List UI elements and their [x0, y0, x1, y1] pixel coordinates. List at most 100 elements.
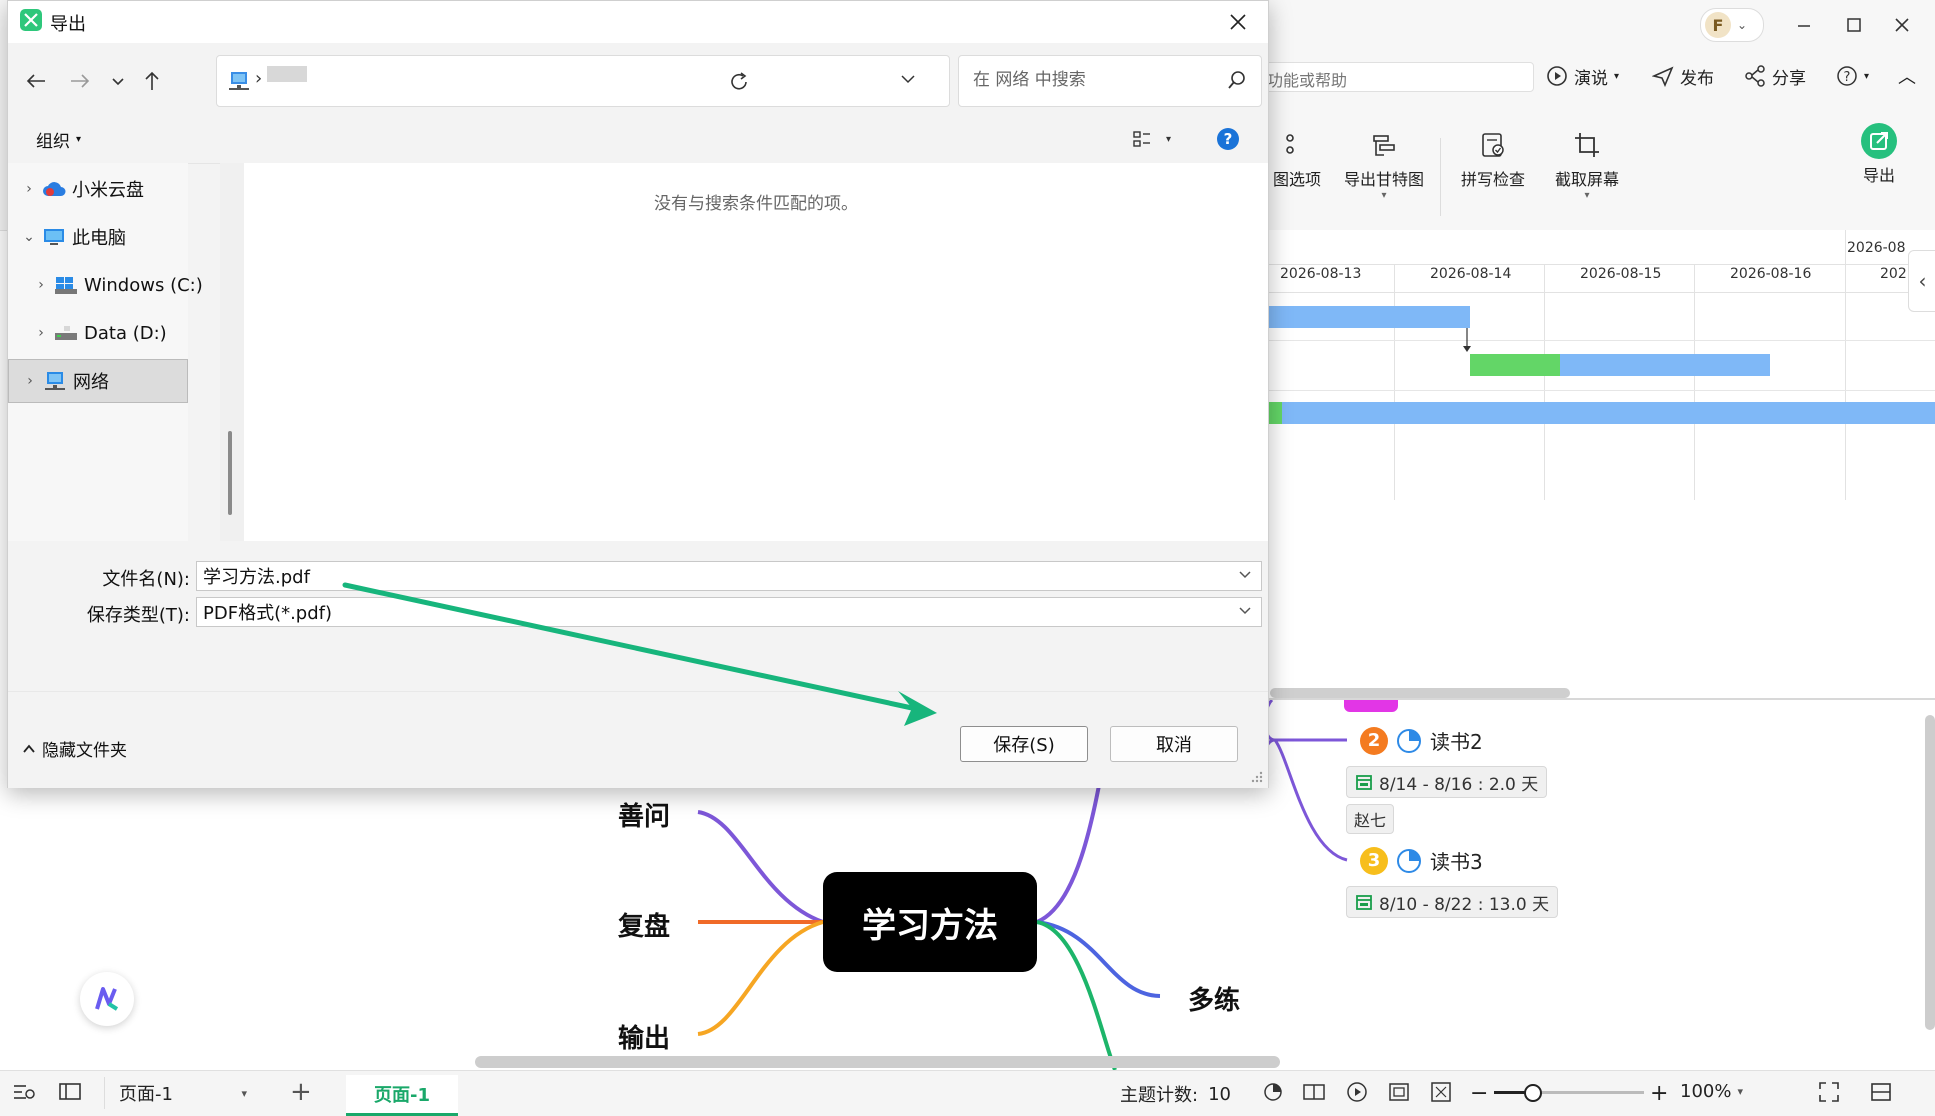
present-label: 演说 [1574, 68, 1608, 89]
fullscreen-icon [1819, 1082, 1839, 1102]
svg-text:?: ? [1224, 130, 1233, 148]
fit-page-button[interactable] [1388, 1081, 1410, 1103]
zoom-out-button[interactable]: − [1470, 1081, 1488, 1106]
central-topic[interactable]: 学习方法 [823, 872, 1037, 972]
tree-item-mi-cloud[interactable]: › 小米云盘 [8, 167, 198, 211]
assignee-name: 赵七 [1354, 811, 1387, 830]
caret-icon: ▾ [76, 134, 82, 145]
filename-field[interactable]: 学习方法.pdf [196, 561, 1262, 591]
export-gantt-tool[interactable]: 导出甘特图 ▾ [1334, 128, 1434, 201]
navigation-tree[interactable]: › 小米云盘 ⌄ 此电脑 › Windows (C:) › Data (D:) … [8, 163, 203, 541]
gantt-chart[interactable]: 2026-08 2026-08-13 2026-08-14 2026-08-15… [1260, 230, 1935, 700]
page-panel-button[interactable] [58, 1081, 82, 1103]
dialog-title: 导出 [50, 14, 86, 35]
user-avatar[interactable]: F ⌄ [1700, 8, 1764, 42]
book-view-button[interactable] [1302, 1081, 1326, 1103]
page-select[interactable]: 页面-1 ▾ [104, 1077, 255, 1109]
help-search-placeholder: 功能或帮助 [1267, 71, 1348, 90]
task-date-chip[interactable]: 8/14 - 8/16 : 2.0 天 [1346, 766, 1548, 798]
caret-icon: ▾ [241, 1086, 247, 1100]
forward-button[interactable] [60, 61, 100, 101]
slideshow-button[interactable] [1346, 1081, 1368, 1103]
branch-ask[interactable]: 善问 [618, 796, 670, 833]
zoom-slider-thumb[interactable] [1524, 1084, 1542, 1102]
cancel-button[interactable]: 取消 [1110, 726, 1238, 762]
tree-item-drive-c[interactable]: › Windows (C:) [8, 263, 210, 307]
app-logo-icon [20, 9, 42, 31]
publish-button[interactable]: 发布 [1652, 62, 1714, 90]
zoom-in-button[interactable]: + [1650, 1081, 1668, 1106]
filetype-select[interactable]: PDF格式(*.pdf) [196, 597, 1262, 627]
dialog-search-input[interactable] [971, 69, 1215, 91]
hide-folders-toggle[interactable]: 隐藏文件夹 [22, 736, 127, 761]
share-button[interactable]: 分享 [1744, 62, 1806, 90]
gantt-collapse-tab[interactable]: ‹ [1908, 250, 1935, 312]
save-button[interactable]: 保存(S) [960, 726, 1088, 762]
branch-review[interactable]: 复盘 [618, 906, 670, 943]
dialog-close-button[interactable] [1220, 7, 1256, 37]
canvas-vertical-scrollbar[interactable] [1925, 715, 1935, 1030]
priority-badge: 3 [1360, 846, 1388, 875]
gantt-bar[interactable] [1282, 402, 1935, 424]
fit-width-button[interactable] [1430, 1081, 1452, 1103]
task-item[interactable]: 3 读书3 [1360, 846, 1483, 875]
add-page-button[interactable]: + [290, 1077, 312, 1107]
screen-capture-tool[interactable]: 截取屏幕 ▾ [1546, 128, 1628, 201]
address-history-button[interactable] [899, 70, 917, 92]
panel-toggle-button[interactable] [1870, 1081, 1892, 1103]
tree-item-drive-d[interactable]: › Data (D:) [8, 311, 210, 355]
canvas-horizontal-scrollbar[interactable] [475, 1056, 1280, 1068]
file-list[interactable]: 没有与搜索条件匹配的项。 [244, 163, 1268, 541]
view-mode-button[interactable]: ▾ [1132, 129, 1171, 149]
export-tool[interactable]: 导出 [1844, 123, 1914, 186]
branch-output[interactable]: 输出 [618, 1018, 670, 1055]
organize-menu[interactable]: 组织 ▾ [36, 127, 81, 152]
topic-count: 主题计数: 10 [1120, 1081, 1231, 1107]
assignee-chip[interactable]: 赵七 [1346, 804, 1395, 834]
fit-page-icon [1389, 1083, 1409, 1101]
back-button[interactable] [16, 61, 56, 101]
gantt-bar[interactable] [1560, 354, 1770, 376]
export-gantt-label: 导出甘特图 [1343, 170, 1424, 189]
zoom-level[interactable]: 100% ▾ [1680, 1081, 1743, 1102]
present-button[interactable]: 演说 ▾ [1546, 62, 1619, 90]
maximize-button[interactable] [1836, 12, 1872, 38]
ai-assistant-button[interactable] [80, 972, 134, 1026]
help-button[interactable]: ? ▾ [1836, 62, 1869, 90]
gantt-grid-line [1694, 264, 1695, 500]
zoom-value: 100% [1680, 1081, 1732, 1102]
gantt-bar[interactable] [1260, 306, 1470, 328]
page-tab-active[interactable]: 页面-1 [346, 1075, 458, 1116]
tree-scrollbar[interactable] [228, 431, 232, 515]
gantt-bar-progress[interactable] [1470, 354, 1560, 376]
dialog-help-button[interactable]: ? [1216, 127, 1240, 155]
app-close-button[interactable] [1884, 12, 1920, 38]
panel-icon [59, 1083, 81, 1100]
task-item[interactable]: 2 读书2 [1360, 726, 1483, 755]
spell-check-tool[interactable]: 拼写检查 [1452, 128, 1534, 190]
dialog-search-box[interactable] [958, 55, 1262, 107]
refresh-button[interactable] [728, 71, 750, 97]
dialog-footer: 隐藏文件夹 保存(S) 取消 [8, 691, 1268, 788]
avatar: F [1705, 12, 1731, 38]
pie-view-button[interactable] [1262, 1081, 1284, 1103]
tag-chip [1344, 700, 1398, 712]
help-search-input[interactable]: 功能或帮助 [1262, 62, 1534, 92]
task-date-chip[interactable]: 8/10 - 8/22 : 13.0 天 [1346, 886, 1559, 918]
calendar-icon [1356, 895, 1372, 910]
resize-grip-icon[interactable] [1250, 770, 1264, 784]
gantt-scrollbar[interactable] [1270, 688, 1570, 698]
minimize-button[interactable] [1786, 12, 1822, 38]
zoom-slider[interactable] [1494, 1084, 1644, 1102]
plus-icon: + [1650, 1081, 1669, 1106]
address-bar[interactable]: › [216, 55, 950, 107]
up-button[interactable] [132, 61, 172, 101]
outline-button[interactable] [12, 1081, 36, 1103]
tree-item-network[interactable]: › 网络 [8, 359, 188, 403]
gantt-row-line [1260, 390, 1935, 391]
fullscreen-button[interactable] [1818, 1081, 1840, 1103]
collapse-ribbon-button[interactable]: ︿ [1898, 62, 1916, 90]
view-options-tool[interactable]: 图选项 [1262, 128, 1332, 190]
branch-practice[interactable]: 多练 [1188, 980, 1240, 1017]
tree-item-this-pc[interactable]: ⌄ 此电脑 [8, 215, 198, 259]
